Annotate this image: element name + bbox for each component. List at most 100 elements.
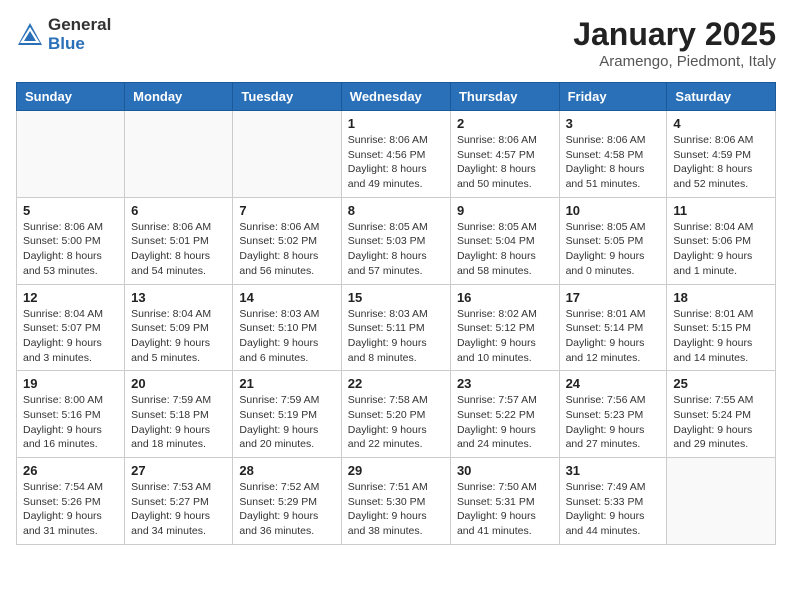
logo-blue: Blue (48, 34, 85, 53)
day-number: 23 (457, 376, 553, 391)
day-info: Sunrise: 7:54 AM Sunset: 5:26 PM Dayligh… (23, 480, 118, 539)
day-info: Sunrise: 8:06 AM Sunset: 5:00 PM Dayligh… (23, 220, 118, 279)
logo-general: General (48, 15, 111, 34)
calendar-cell: 8Sunrise: 8:05 AM Sunset: 5:03 PM Daylig… (341, 197, 450, 284)
calendar-cell: 31 Sunrise: 7:49 AM Sunset: 5:33 PM Dayli… (559, 458, 667, 545)
day-number: 12 (23, 290, 118, 305)
day-info: Sunrise: 8:05 AM Sunset: 5:04 PM Dayligh… (457, 220, 553, 279)
calendar-week-row: 5Sunrise: 8:06 AM Sunset: 5:00 PM Daylig… (17, 197, 776, 284)
calendar-cell: 25 Sunrise: 7:55 AM Sunset: 5:24 PM Dayli… (667, 371, 776, 458)
day-number: 15 (348, 290, 444, 305)
calendar-week-row: 1 Sunrise: 8:06 AM Sunset: 4:56 PM Daylig… (17, 111, 776, 198)
calendar-cell: 26Sunrise: 7:54 AM Sunset: 5:26 PM Dayli… (17, 458, 125, 545)
calendar-cell (667, 458, 776, 545)
weekday-header-row: SundayMondayTuesdayWednesdayThursdayFrid… (17, 83, 776, 111)
day-info: Sunrise: 7:55 AM Sunset: 5:24 PM Dayligh… (673, 393, 769, 452)
day-number: 16 (457, 290, 553, 305)
weekday-header-wednesday: Wednesday (341, 83, 450, 111)
calendar-cell: 7Sunrise: 8:06 AM Sunset: 5:02 PM Daylig… (233, 197, 341, 284)
day-info: Sunrise: 8:06 AM Sunset: 4:58 PM Dayligh… (566, 133, 661, 192)
day-number: 28 (239, 463, 334, 478)
calendar-cell: 18 Sunrise: 8:01 AM Sunset: 5:15 PM Dayli… (667, 284, 776, 371)
calendar-cell: 21Sunrise: 7:59 AM Sunset: 5:19 PM Dayli… (233, 371, 341, 458)
day-info: Sunrise: 7:59 AM Sunset: 5:18 PM Dayligh… (131, 393, 226, 452)
day-info: Sunrise: 8:06 AM Sunset: 4:59 PM Dayligh… (673, 133, 769, 192)
logo-icon (16, 21, 44, 49)
calendar-cell: 9 Sunrise: 8:05 AM Sunset: 5:04 PM Daylig… (450, 197, 559, 284)
calendar-title: January 2025 (573, 16, 776, 53)
calendar-cell: 5Sunrise: 8:06 AM Sunset: 5:00 PM Daylig… (17, 197, 125, 284)
calendar-cell: 11 Sunrise: 8:04 AM Sunset: 5:06 PM Dayli… (667, 197, 776, 284)
day-number: 9 (457, 203, 553, 218)
calendar-table: SundayMondayTuesdayWednesdayThursdayFrid… (16, 82, 776, 545)
day-number: 19 (23, 376, 118, 391)
page-header: General Blue January 2025 Aramengo, Pied… (16, 16, 776, 70)
calendar-cell: 15 Sunrise: 8:03 AM Sunset: 5:11 PM Dayli… (341, 284, 450, 371)
day-number: 3 (566, 116, 661, 131)
day-number: 22 (348, 376, 444, 391)
day-number: 24 (566, 376, 661, 391)
calendar-cell (125, 111, 233, 198)
day-info: Sunrise: 8:06 AM Sunset: 4:56 PM Dayligh… (348, 133, 444, 192)
calendar-cell: 23Sunrise: 7:57 AM Sunset: 5:22 PM Dayli… (450, 371, 559, 458)
calendar-week-row: 26Sunrise: 7:54 AM Sunset: 5:26 PM Dayli… (17, 458, 776, 545)
title-area: January 2025 Aramengo, Piedmont, Italy (573, 16, 776, 70)
weekday-header-tuesday: Tuesday (233, 83, 341, 111)
day-info: Sunrise: 8:05 AM Sunset: 5:03 PM Dayligh… (348, 220, 444, 279)
calendar-cell: 3 Sunrise: 8:06 AM Sunset: 4:58 PM Daylig… (559, 111, 667, 198)
day-info: Sunrise: 8:06 AM Sunset: 4:57 PM Dayligh… (457, 133, 553, 192)
day-info: Sunrise: 8:04 AM Sunset: 5:07 PM Dayligh… (23, 307, 118, 366)
day-info: Sunrise: 7:53 AM Sunset: 5:27 PM Dayligh… (131, 480, 226, 539)
calendar-cell (233, 111, 341, 198)
day-number: 18 (673, 290, 769, 305)
day-number: 14 (239, 290, 334, 305)
calendar-cell: 22 Sunrise: 7:58 AM Sunset: 5:20 PM Dayli… (341, 371, 450, 458)
day-info: Sunrise: 8:06 AM Sunset: 5:01 PM Dayligh… (131, 220, 226, 279)
calendar-cell: 14Sunrise: 8:03 AM Sunset: 5:10 PM Dayli… (233, 284, 341, 371)
day-info: Sunrise: 8:01 AM Sunset: 5:14 PM Dayligh… (566, 307, 661, 366)
day-info: Sunrise: 8:02 AM Sunset: 5:12 PM Dayligh… (457, 307, 553, 366)
day-info: Sunrise: 7:49 AM Sunset: 5:33 PM Dayligh… (566, 480, 661, 539)
weekday-header-thursday: Thursday (450, 83, 559, 111)
day-info: Sunrise: 7:58 AM Sunset: 5:20 PM Dayligh… (348, 393, 444, 452)
day-info: Sunrise: 8:03 AM Sunset: 5:11 PM Dayligh… (348, 307, 444, 366)
day-number: 2 (457, 116, 553, 131)
logo: General Blue (16, 16, 111, 53)
calendar-cell: 29 Sunrise: 7:51 AM Sunset: 5:30 PM Dayli… (341, 458, 450, 545)
day-number: 20 (131, 376, 226, 391)
calendar-cell: 2 Sunrise: 8:06 AM Sunset: 4:57 PM Daylig… (450, 111, 559, 198)
day-number: 4 (673, 116, 769, 131)
calendar-cell (17, 111, 125, 198)
day-number: 13 (131, 290, 226, 305)
day-number: 30 (457, 463, 553, 478)
weekday-header-monday: Monday (125, 83, 233, 111)
day-number: 29 (348, 463, 444, 478)
calendar-subtitle: Aramengo, Piedmont, Italy (573, 53, 776, 70)
calendar-cell: 12 Sunrise: 8:04 AM Sunset: 5:07 PM Dayli… (17, 284, 125, 371)
day-info: Sunrise: 8:04 AM Sunset: 5:09 PM Dayligh… (131, 307, 226, 366)
day-number: 11 (673, 203, 769, 218)
calendar-cell: 10Sunrise: 8:05 AM Sunset: 5:05 PM Dayli… (559, 197, 667, 284)
day-info: Sunrise: 7:51 AM Sunset: 5:30 PM Dayligh… (348, 480, 444, 539)
calendar-cell: 20 Sunrise: 7:59 AM Sunset: 5:18 PM Dayli… (125, 371, 233, 458)
day-number: 31 (566, 463, 661, 478)
calendar-cell: 4 Sunrise: 8:06 AM Sunset: 4:59 PM Daylig… (667, 111, 776, 198)
day-info: Sunrise: 8:04 AM Sunset: 5:06 PM Dayligh… (673, 220, 769, 279)
calendar-cell: 28Sunrise: 7:52 AM Sunset: 5:29 PM Dayli… (233, 458, 341, 545)
calendar-cell: 16 Sunrise: 8:02 AM Sunset: 5:12 PM Dayli… (450, 284, 559, 371)
day-number: 6 (131, 203, 226, 218)
weekday-header-friday: Friday (559, 83, 667, 111)
day-info: Sunrise: 8:06 AM Sunset: 5:02 PM Dayligh… (239, 220, 334, 279)
day-number: 25 (673, 376, 769, 391)
calendar-cell: 6 Sunrise: 8:06 AM Sunset: 5:01 PM Daylig… (125, 197, 233, 284)
day-number: 10 (566, 203, 661, 218)
calendar-cell: 30Sunrise: 7:50 AM Sunset: 5:31 PM Dayli… (450, 458, 559, 545)
calendar-cell: 1 Sunrise: 8:06 AM Sunset: 4:56 PM Daylig… (341, 111, 450, 198)
day-number: 17 (566, 290, 661, 305)
day-number: 1 (348, 116, 444, 131)
day-info: Sunrise: 8:00 AM Sunset: 5:16 PM Dayligh… (23, 393, 118, 452)
calendar-cell: 24Sunrise: 7:56 AM Sunset: 5:23 PM Dayli… (559, 371, 667, 458)
calendar-week-row: 12 Sunrise: 8:04 AM Sunset: 5:07 PM Dayli… (17, 284, 776, 371)
day-info: Sunrise: 8:01 AM Sunset: 5:15 PM Dayligh… (673, 307, 769, 366)
calendar-cell: 17 Sunrise: 8:01 AM Sunset: 5:14 PM Dayli… (559, 284, 667, 371)
